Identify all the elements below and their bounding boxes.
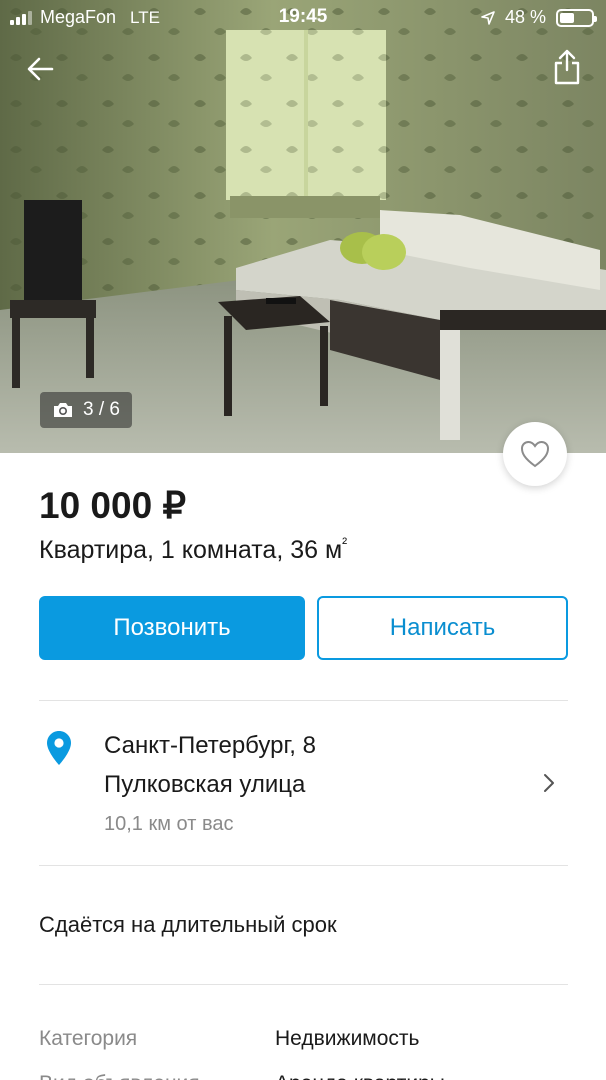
- back-arrow-icon[interactable]: [24, 52, 58, 86]
- status-bar: MegaFon LTE 19:45 48 %: [0, 0, 606, 36]
- call-button[interactable]: Позвонить: [39, 596, 305, 660]
- photo-counter: 3 / 6: [40, 392, 132, 428]
- param-label-category: Категория: [39, 1027, 138, 1050]
- battery-icon: [556, 8, 597, 27]
- listing-subtitle-sup: ²: [342, 535, 348, 552]
- address-row[interactable]: Санкт-Петербург, 8 Пулковская улица 10,1…: [39, 720, 568, 850]
- listing-photo[interactable]: MegaFon LTE 19:45 48 % 3 / 6: [0, 0, 606, 453]
- address-city: Санкт-Петербург, 8: [104, 732, 316, 759]
- listing-description: Сдаётся на длительный срок: [39, 912, 337, 937]
- location-arrow-icon: [481, 10, 495, 25]
- address-distance: 10,1 км от вас: [104, 813, 234, 835]
- divider: [39, 700, 568, 701]
- map-pin-icon: [47, 731, 71, 765]
- listing-subtitle: Квартира, 1 комната, 36 м²: [39, 535, 347, 565]
- heart-icon: [520, 440, 550, 468]
- camera-icon: [54, 403, 72, 417]
- listing-subtitle-text: Квартира, 1 комната, 36 м: [39, 536, 343, 564]
- share-icon[interactable]: [552, 48, 582, 86]
- param-label-type: Вид объявления: [39, 1072, 200, 1080]
- chevron-right-icon: [544, 774, 554, 792]
- divider: [39, 865, 568, 866]
- room-photo: [0, 0, 606, 453]
- photo-counter-text: 3 / 6: [83, 399, 120, 420]
- address-street: Пулковская улица: [104, 771, 306, 798]
- divider: [39, 984, 568, 985]
- param-value-type: Аренда квартиры: [275, 1072, 445, 1080]
- battery-percent: 48 %: [504, 7, 546, 27]
- write-button[interactable]: Написать: [317, 596, 568, 660]
- favorite-button[interactable]: [503, 422, 567, 486]
- param-value-category: Недвижимость: [275, 1027, 420, 1050]
- listing-price: 10 000 ₽: [39, 485, 186, 526]
